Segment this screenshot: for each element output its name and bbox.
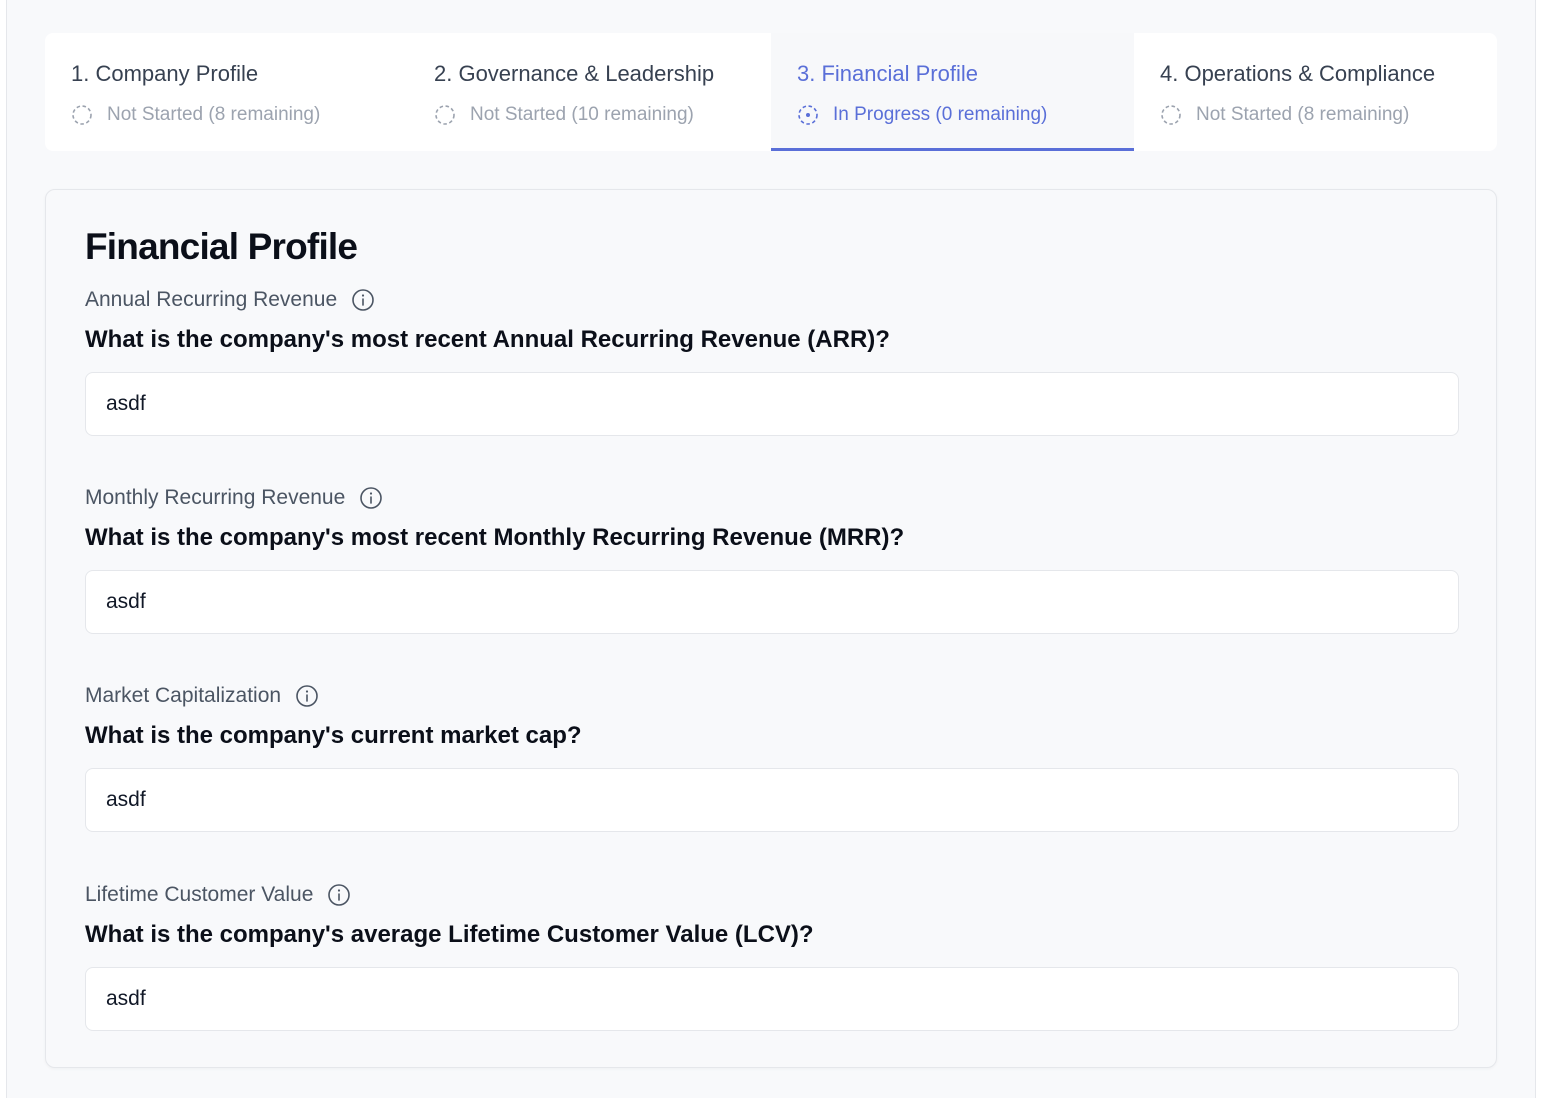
step-status: Not Started (8 remaining) [1160,104,1497,126]
section-stepper: 1. Company Profile Not Started (8 remain… [45,33,1497,151]
step-status: In Progress (0 remaining) [797,104,1134,126]
field-label: Annual Recurring Revenue [85,287,1459,313]
step-status-text: Not Started (10 remaining) [470,104,694,125]
field-market-capitalization: Market Capitalization What is the compan… [85,683,1459,832]
step-status: Not Started (10 remaining) [434,104,771,126]
field-lifetime-customer-value: Lifetime Customer Value What is the comp… [85,882,1459,1031]
field-question: What is the company's most recent Annual… [85,326,890,353]
field-label: Lifetime Customer Value [85,882,1459,908]
field-annual-recurring-revenue: Annual Recurring Revenue What is the com… [85,287,1459,436]
mrr-input[interactable] [85,570,1459,634]
financial-profile-form: Financial Profile Annual Recurring Reven… [45,189,1497,1068]
dashed-circle-icon [435,105,455,125]
dashed-circle-dot-icon [798,105,818,125]
field-label-text: Market Capitalization [85,684,282,707]
field-question: What is the company's current market cap… [85,722,582,749]
field-label: Monthly Recurring Revenue [85,485,1459,511]
step-operations-compliance[interactable]: 4. Operations & Compliance Not Started (… [1134,33,1497,151]
field-label-text: Monthly Recurring Revenue [85,486,346,509]
field-label-text: Lifetime Customer Value [85,883,314,906]
step-company-profile[interactable]: 1. Company Profile Not Started (8 remain… [45,33,408,151]
step-status: Not Started (8 remaining) [71,104,408,126]
info-icon[interactable] [327,883,351,907]
step-title: 3. Financial Profile [797,61,978,86]
market-cap-input[interactable] [85,768,1459,832]
field-question: What is the company's most recent Monthl… [85,524,905,551]
info-icon[interactable] [295,684,319,708]
dashed-circle-icon [1161,105,1181,125]
page-title: Financial Profile [85,226,358,267]
field-monthly-recurring-revenue: Monthly Recurring Revenue What is the co… [85,485,1459,634]
info-icon[interactable] [359,486,383,510]
step-status-text: In Progress (0 remaining) [833,104,1048,125]
step-status-text: Not Started (8 remaining) [107,104,321,125]
arr-input[interactable] [85,372,1459,436]
step-title: 4. Operations & Compliance [1160,61,1436,86]
field-label: Market Capitalization [85,683,1459,709]
field-label-text: Annual Recurring Revenue [85,288,338,311]
step-title: 2. Governance & Leadership [434,61,715,86]
step-status-text: Not Started (8 remaining) [1196,104,1410,125]
info-icon[interactable] [351,288,375,312]
step-governance-leadership[interactable]: 2. Governance & Leadership Not Started (… [408,33,771,151]
field-question: What is the company's average Lifetime C… [85,921,814,948]
lcv-input[interactable] [85,967,1459,1031]
step-title: 1. Company Profile [71,61,259,86]
dashed-circle-icon [72,105,92,125]
step-financial-profile[interactable]: 3. Financial Profile In Progress (0 rema… [771,33,1134,151]
